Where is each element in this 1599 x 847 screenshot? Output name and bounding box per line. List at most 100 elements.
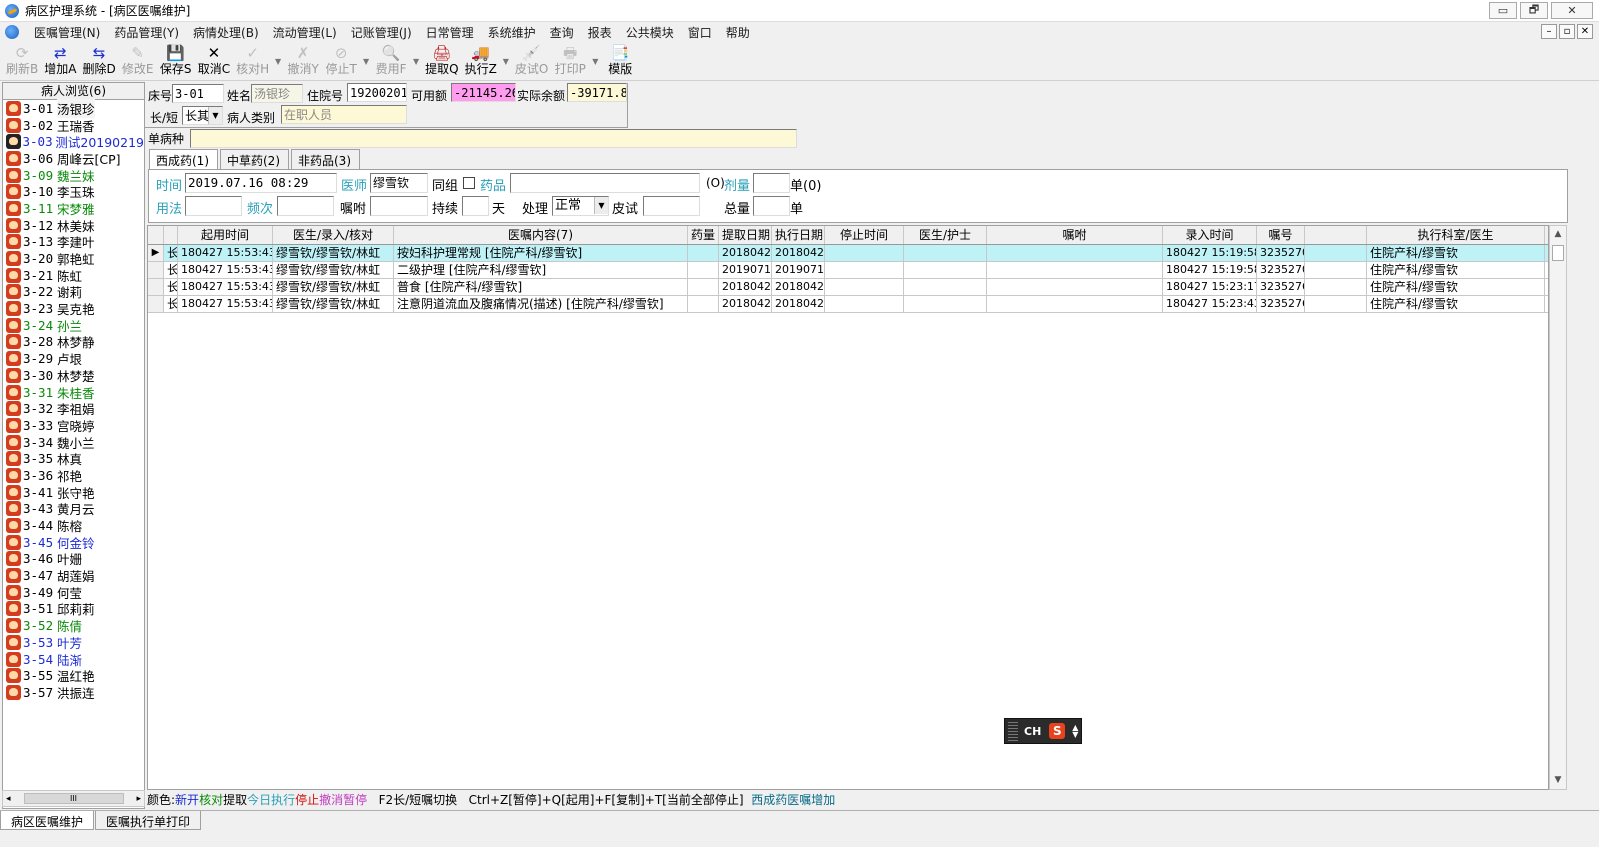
- extract-button[interactable]: 🖨 提取Q: [422, 43, 461, 79]
- patient-item[interactable]: 3-24 孙兰: [3, 317, 144, 334]
- tab-herbal-medicine[interactable]: 中草药(2): [220, 149, 289, 169]
- patient-item[interactable]: 3-13 李建叶: [3, 234, 144, 250]
- chevron-down-icon[interactable]: ▼: [589, 43, 601, 79]
- column-header[interactable]: 医嘱内容(7): [394, 226, 688, 244]
- chevron-down-icon[interactable]: ▼: [594, 197, 608, 214]
- patient-item[interactable]: 3-36 祁艳: [3, 467, 144, 484]
- patient-item[interactable]: 3-23 吴克艳: [3, 300, 144, 317]
- tab-order-maintenance[interactable]: 病区医嘱维护: [0, 811, 95, 830]
- delete-button[interactable]: ⇆ 删除D: [79, 43, 118, 79]
- patient-item[interactable]: 3-31 朱桂香: [3, 384, 144, 401]
- menu-item-1[interactable]: 药品管理(Y): [107, 24, 186, 41]
- chevron-down-icon[interactable]: ▼: [360, 43, 372, 79]
- sogou-logo-icon[interactable]: S: [1049, 723, 1066, 739]
- ime-menu-icon[interactable]: ▲ ▼: [1072, 724, 1078, 739]
- chevron-down-icon[interactable]: ▼: [500, 43, 512, 79]
- stop-button[interactable]: ⊘ 停止T: [322, 43, 360, 79]
- edit-button[interactable]: ✎ 修改E: [119, 43, 157, 79]
- column-header[interactable]: 停止时间: [825, 226, 904, 244]
- column-header[interactable]: 录入时间: [1163, 226, 1257, 244]
- chevron-down-icon[interactable]: ▼: [208, 107, 222, 124]
- ime-language[interactable]: CH: [1024, 725, 1041, 738]
- patient-list-scrollbar[interactable]: ◂ III ▸: [2, 790, 145, 807]
- menu-item-7[interactable]: 查询: [543, 24, 581, 41]
- menu-item-9[interactable]: 公共模块: [619, 24, 681, 41]
- patient-item[interactable]: 3-55 温红艳: [3, 667, 144, 684]
- patient-item[interactable]: 3-09 魏兰妹: [3, 167, 144, 184]
- doctor-field[interactable]: 缪雪钦: [370, 173, 428, 193]
- patient-item[interactable]: 3-41 张守艳: [3, 484, 144, 501]
- patient-item[interactable]: 3-21 陈虹: [3, 267, 144, 284]
- menu-item-10[interactable]: 窗口: [681, 24, 719, 41]
- patient-item[interactable]: 3-34 魏小兰: [3, 434, 144, 451]
- patient-item[interactable]: 3-29 卢垠: [3, 350, 144, 367]
- column-header[interactable]: 嘱号: [1257, 226, 1305, 244]
- patient-item[interactable]: 3-12 林美妹: [3, 217, 144, 234]
- usage-field[interactable]: [185, 196, 242, 216]
- column-header[interactable]: [164, 226, 178, 244]
- patient-item[interactable]: 3-51 邱莉莉: [3, 601, 144, 617]
- column-header[interactable]: 执行科室/医生: [1367, 226, 1545, 244]
- menu-item-6[interactable]: 系统维护: [481, 24, 543, 41]
- patient-item[interactable]: 3-30 林梦楚: [3, 367, 144, 384]
- patient-item[interactable]: 3-20 郭艳虹: [3, 250, 144, 267]
- duration-field[interactable]: [462, 196, 489, 216]
- print-button[interactable]: 🖶 打印P: [551, 43, 589, 79]
- column-header[interactable]: 药量: [688, 226, 719, 244]
- menu-item-3[interactable]: 流动管理(L): [266, 24, 344, 41]
- patient-item[interactable]: 3-46 叶姗: [3, 551, 144, 567]
- time-field[interactable]: 2019.07.16 08:29: [185, 173, 337, 193]
- refresh-button[interactable]: ⟳ 刷新B: [3, 43, 41, 79]
- add-button[interactable]: ⇄ 增加A: [41, 43, 79, 79]
- category-field[interactable]: 在职人员: [281, 105, 407, 124]
- table-row[interactable]: 长 180427 15:53:43 缪雪钦/缪雪钦/林虹 注意阴道流血及腹痛情况(描述…: [148, 296, 1548, 313]
- app-menu-icon[interactable]: [5, 25, 19, 39]
- patient-item[interactable]: 3-02 王瑞香: [3, 117, 144, 134]
- patient-item[interactable]: 3-03 测试20190219: [3, 133, 144, 150]
- patient-item[interactable]: 3-06 周峰云[CP]: [3, 150, 144, 167]
- column-header[interactable]: 医生/护士: [904, 226, 987, 244]
- ime-grip-icon[interactable]: [1008, 721, 1018, 741]
- menu-item-2[interactable]: 病情处理(B): [186, 24, 266, 41]
- skintest-button[interactable]: 💉 皮试O: [512, 43, 551, 79]
- column-header[interactable]: 提取日期: [719, 226, 772, 244]
- menu-item-5[interactable]: 日常管理: [419, 24, 481, 41]
- frequency-field[interactable]: [277, 196, 334, 216]
- grid-vertical-scrollbar[interactable]: ▲ ▼: [1549, 225, 1567, 790]
- table-row[interactable]: 长 180427 15:53:43 缪雪钦/缪雪钦/林虹 普食 [住院产科/缪雪钦] 2…: [148, 279, 1548, 296]
- scroll-left-icon[interactable]: ◂: [6, 794, 11, 804]
- menu-item-0[interactable]: 医嘱管理(N): [27, 24, 107, 41]
- patient-item[interactable]: 3-11 宋梦雅: [3, 200, 144, 217]
- restore-button[interactable]: 🗗: [1520, 2, 1548, 19]
- scroll-right-icon[interactable]: ▸: [136, 794, 141, 804]
- process-select[interactable]: 正常 ▼: [552, 196, 609, 216]
- drug-field[interactable]: [510, 173, 700, 193]
- bed-field[interactable]: 3-01: [172, 84, 224, 103]
- longshort-select[interactable]: 长其 ▼: [182, 106, 223, 125]
- name-field[interactable]: 汤银珍: [251, 84, 303, 103]
- advice-field[interactable]: [370, 196, 428, 216]
- patient-item[interactable]: 3-33 宫晓婷: [3, 417, 144, 434]
- patient-item[interactable]: 3-52 陈倩: [3, 617, 144, 634]
- patient-item[interactable]: 3-54 陆渐: [3, 651, 144, 668]
- menu-item-11[interactable]: 帮助: [719, 24, 757, 41]
- column-header[interactable]: [148, 226, 164, 244]
- column-header[interactable]: 起用时间: [178, 226, 273, 244]
- tab-non-drug[interactable]: 非药品(3): [291, 149, 360, 169]
- table-row[interactable]: ▶ 长 180427 15:53:43 缪雪钦/缪雪钦/林虹 按妇科护理常规 [住院产科…: [148, 245, 1548, 262]
- tab-western-medicine[interactable]: 西成药(1): [149, 149, 218, 169]
- column-header[interactable]: [1305, 226, 1367, 244]
- table-row[interactable]: 长 180427 15:53:43 缪雪钦/缪雪钦/林虹 二级护理 [住院产科/缪雪钦…: [148, 262, 1548, 279]
- cancel-button[interactable]: ✕ 取消C: [195, 43, 233, 79]
- undo-button[interactable]: ✗ 撤消Y: [284, 43, 322, 79]
- patient-item[interactable]: 3-10 李玉珠: [3, 183, 144, 200]
- scroll-thumb[interactable]: III: [23, 793, 124, 804]
- column-header[interactable]: 医生/录入/核对: [273, 226, 394, 244]
- scroll-thumb[interactable]: [1552, 245, 1564, 261]
- minimize-button[interactable]: ▭: [1489, 2, 1517, 19]
- menu-item-8[interactable]: 报表: [581, 24, 619, 41]
- close-button[interactable]: ✕: [1551, 2, 1593, 19]
- scroll-down-icon[interactable]: ▼: [1550, 772, 1566, 789]
- patient-item[interactable]: 3-35 林真: [3, 450, 144, 467]
- patient-item[interactable]: 3-01 汤银珍: [3, 98, 144, 118]
